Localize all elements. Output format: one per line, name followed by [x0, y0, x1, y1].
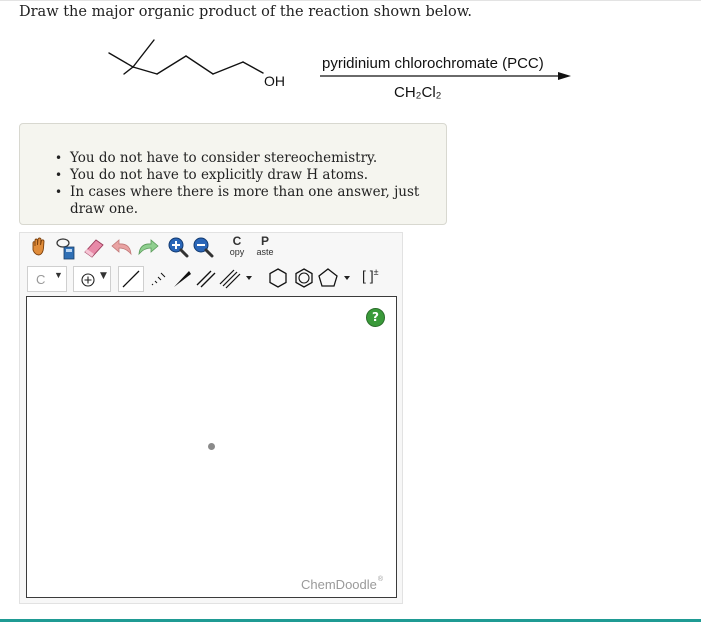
reaction-arrow	[320, 72, 571, 80]
top-divider	[0, 0, 701, 1]
help-button[interactable]: ?	[366, 308, 385, 327]
bracket-tool[interactable]: [ ]±	[362, 267, 379, 284]
bracket-charge: ±	[373, 267, 379, 277]
chevron-down-icon: ▼	[54, 270, 63, 280]
hydroxyl-label: OH	[264, 73, 285, 89]
methyl-bond-left	[108, 52, 134, 68]
paste-suffix: aste	[256, 247, 274, 257]
zoom-out-icon[interactable]	[192, 236, 214, 258]
charge-selector[interactable]: ▼	[73, 266, 111, 292]
chevron-down-icon: ▼	[100, 271, 107, 281]
hashed-bond-icon[interactable]	[146, 266, 170, 290]
atom-selector[interactable]: C ▼	[27, 266, 67, 292]
atom-label: C	[36, 272, 46, 287]
cyclohexane-icon[interactable]	[266, 266, 290, 290]
copy-suffix: opy	[229, 247, 245, 257]
canvas-cursor-dot	[208, 443, 215, 450]
methyl-bond-top	[132, 39, 155, 68]
brand-mark: ®	[377, 576, 384, 583]
instructions-list: You do not have to consider stereochemis…	[55, 150, 446, 218]
chain-bond-1	[132, 66, 158, 75]
bracket-label: [ ]	[362, 267, 374, 284]
benzene-icon[interactable]	[292, 266, 316, 290]
single-bond-icon[interactable]	[118, 266, 144, 292]
triple-bond-icon[interactable]	[218, 266, 254, 290]
copy-button[interactable]: C opy	[226, 234, 248, 260]
instruction-item: In cases where there is more than one an…	[55, 184, 446, 218]
chain-bond-3	[185, 55, 214, 75]
chain-bond-4	[212, 61, 244, 75]
undo-icon[interactable]	[110, 236, 134, 258]
wedge-bond-icon[interactable]	[170, 266, 194, 290]
instructions-box: You do not have to consider stereochemis…	[19, 123, 447, 225]
charge-plus-icon	[81, 273, 95, 287]
methyl-bond-bottom	[123, 66, 134, 75]
paste-button[interactable]: P aste	[254, 234, 276, 260]
copy-letter: C	[232, 234, 242, 248]
paste-letter: P	[260, 234, 269, 248]
zoom-in-icon[interactable]	[167, 236, 189, 258]
instruction-item: You do not have to consider stereochemis…	[55, 150, 446, 167]
lasso-icon[interactable]	[54, 236, 76, 260]
chemdoodle-brand: ChemDoodle®	[301, 576, 384, 592]
cyclopentane-icon[interactable]	[316, 266, 356, 290]
chain-bond-5	[242, 61, 264, 74]
instruction-item: You do not have to explicitly draw H ato…	[55, 167, 446, 184]
chain-bond-2	[156, 55, 187, 75]
hand-icon[interactable]	[28, 236, 50, 258]
redo-icon[interactable]	[136, 236, 160, 258]
brand-label: ChemDoodle	[301, 577, 377, 592]
eraser-icon[interactable]	[82, 236, 106, 258]
solvent-label: CH₂Cl₂	[394, 84, 442, 101]
reactant-structure: OH	[108, 39, 285, 89]
double-bond-icon[interactable]	[194, 266, 218, 290]
question-prompt: Draw the major organic product of the re…	[19, 4, 473, 20]
